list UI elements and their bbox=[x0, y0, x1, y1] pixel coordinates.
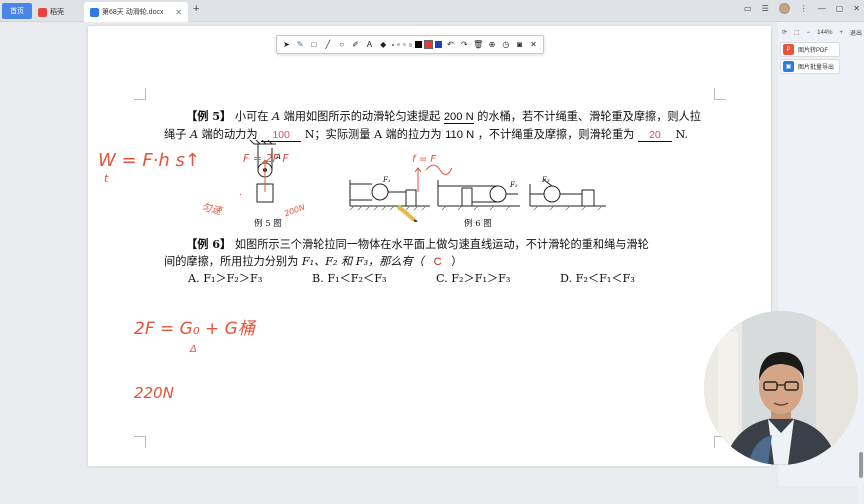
example6-text: F₁、F₂ 和 F₃，那么有（ bbox=[301, 255, 424, 268]
text-icon[interactable]: A bbox=[364, 39, 375, 50]
example5-text: N. bbox=[675, 128, 689, 141]
size-dot[interactable] bbox=[408, 42, 413, 47]
presenter-video bbox=[704, 311, 858, 465]
line-icon[interactable]: ╱ bbox=[322, 39, 333, 50]
example6-line1: 【例 6】 如图所示三个滑轮拉同一物体在水平面上做匀速直线运动，不计滑轮的重和绳… bbox=[186, 236, 649, 252]
refresh-icon[interactable]: ⟳ bbox=[782, 29, 787, 36]
image-to-pdf-button[interactable]: P 图片转PDF bbox=[780, 42, 840, 57]
pdf-icon: P bbox=[783, 44, 794, 55]
option-a: A. F₁＞F₂＞F₃ bbox=[188, 272, 263, 285]
close-window-icon[interactable]: ✕ bbox=[853, 4, 860, 13]
page-corner-mark bbox=[714, 88, 726, 100]
example5-line1: 【例 5】 小可在 A 端用如图所示的动滑轮匀速提起 200 N 的水桶，若不计… bbox=[186, 108, 701, 124]
undo-icon[interactable]: ↶ bbox=[445, 39, 456, 50]
example5-label: 【例 5】 bbox=[186, 109, 232, 123]
handwritten-friction-note: f = F bbox=[412, 154, 437, 165]
fig6-caption: 例 6 图 bbox=[464, 219, 492, 229]
handwritten-time-denominator: t bbox=[104, 172, 109, 185]
zoom-out-icon[interactable]: − bbox=[807, 30, 811, 36]
color-swatch-black[interactable] bbox=[415, 41, 423, 48]
example5-text: 的水桶，若不计绳重、滑轮重及摩擦，则人拉 bbox=[477, 110, 701, 123]
tab-home[interactable]: 首页 bbox=[2, 3, 32, 19]
camera-icon[interactable]: ◙ bbox=[514, 39, 525, 50]
scrollbar-thumb[interactable] bbox=[859, 452, 863, 478]
fig6-label-F1: F₁ bbox=[383, 176, 391, 184]
page-corner-mark bbox=[134, 436, 146, 448]
size-dot[interactable] bbox=[391, 43, 394, 46]
tab-close-icon[interactable]: ✕ bbox=[175, 8, 182, 17]
size-dot[interactable] bbox=[396, 43, 400, 46]
color-swatch-red[interactable] bbox=[424, 40, 434, 49]
example6-text: 间的摩擦，所用拉力分别为 bbox=[164, 255, 299, 268]
circle-icon[interactable]: ○ bbox=[336, 39, 347, 50]
cursor-icon[interactable]: ➤ bbox=[281, 39, 292, 50]
tab-document-label: 第68天 动滑轮.docx bbox=[102, 9, 164, 16]
option-b: B. F₁＜F₂＜F₃ bbox=[312, 272, 387, 285]
handwritten-work-formula: W = F·h s↑ bbox=[98, 150, 200, 171]
right-panel-header: ⟳ ⬚ − 144% + 退出 bbox=[782, 28, 862, 38]
example6-text: ） bbox=[451, 255, 463, 268]
annotation-toolbar: ➤ ✎ □ ╱ ○ ✐ A ◆ ↶ ↷ 🗑 ⊕ ◷ ◙ ✕ bbox=[276, 35, 544, 54]
fig6-label-F3: F₃ bbox=[542, 176, 550, 184]
handwritten-force-note: F = 2F F bbox=[243, 152, 289, 165]
zoom-level: 144% bbox=[817, 29, 833, 36]
example6-text: 如图所示三个滑轮拉同一物体在水平面上做匀速直线运动，不计滑轮的重和绳与滑轮 bbox=[234, 238, 649, 251]
size-dot[interactable] bbox=[402, 43, 406, 46]
handwritten-equation: 2F = G₀ + G桶 bbox=[134, 319, 255, 339]
fig5-caption: 例 5 图 bbox=[254, 219, 282, 229]
handwritten-result: 220N bbox=[134, 384, 174, 402]
option-d: D. F₂＜F₁＜F₃ bbox=[560, 272, 635, 285]
zoom-in-icon[interactable]: + bbox=[839, 30, 843, 36]
marker-icon[interactable]: ✐ bbox=[350, 39, 361, 50]
fig6-label-F2: F₂ bbox=[510, 181, 518, 189]
user-avatar[interactable] bbox=[778, 3, 790, 14]
word-doc-icon bbox=[90, 7, 99, 17]
tab-daoke[interactable]: 稻壳 bbox=[32, 2, 84, 22]
rectangle-icon[interactable]: □ bbox=[309, 39, 320, 50]
batch-export-label: 图片批量导出 bbox=[798, 65, 835, 71]
option-c: C. F₂＞F₁＞F₃ bbox=[436, 272, 511, 285]
example6-line2: 间的摩擦，所用拉力分别为 F₁、F₂ 和 F₃，那么有（ C ） bbox=[164, 253, 462, 269]
example5-text: A bbox=[189, 128, 199, 141]
scrollbar-track[interactable] bbox=[858, 44, 863, 504]
layout-icon[interactable]: ▭ bbox=[744, 4, 752, 13]
image-export-icon: ▣ bbox=[783, 61, 794, 72]
fit-page-icon[interactable]: ⬚ bbox=[794, 29, 800, 36]
example6-answer: C bbox=[433, 256, 442, 268]
example5-text: 小可在 bbox=[234, 110, 269, 123]
example5-value: 200 N bbox=[443, 111, 474, 124]
answer-blank: 20 bbox=[637, 129, 672, 142]
zoom-icon[interactable]: ⊕ bbox=[487, 39, 498, 50]
page-corner-mark bbox=[134, 88, 146, 100]
window-controls: ▭ ☰ ⋮ — ▢ ✕ bbox=[744, 3, 860, 14]
minimize-icon[interactable]: — bbox=[818, 4, 826, 13]
eraser-icon[interactable]: ◆ bbox=[378, 39, 389, 50]
pen-icon[interactable]: ✎ bbox=[295, 39, 306, 50]
webcam-overlay[interactable] bbox=[704, 311, 858, 465]
tab-daoke-label: 稻壳 bbox=[50, 9, 64, 16]
menu-icon[interactable]: ⋮ bbox=[800, 4, 808, 13]
fig5-pulley bbox=[249, 140, 276, 203]
batch-export-button[interactable]: ▣ 图片批量导出 bbox=[780, 59, 840, 74]
tab-document[interactable]: 第68天 动滑轮.docx ✕ bbox=[84, 2, 188, 22]
delete-icon[interactable]: 🗑 bbox=[473, 39, 484, 50]
exit-button[interactable]: 退出 bbox=[850, 28, 862, 37]
handwritten-delta-note: Δ bbox=[190, 344, 197, 355]
example5-text: 端用如图所示的动滑轮匀速提起 bbox=[283, 110, 441, 123]
close-icon[interactable]: ✕ bbox=[528, 39, 539, 50]
timer-icon[interactable]: ◷ bbox=[500, 39, 511, 50]
tab-bar: 首页 稻壳 第68天 动滑轮.docx ✕ + ▭ ☰ ⋮ — ▢ ✕ bbox=[0, 0, 864, 22]
maximize-icon[interactable]: ▢ bbox=[836, 4, 844, 13]
image-to-pdf-label: 图片转PDF bbox=[798, 48, 829, 54]
new-tab-button[interactable]: + bbox=[193, 3, 199, 15]
example6-label: 【例 6】 bbox=[186, 237, 232, 251]
redo-icon[interactable]: ↷ bbox=[459, 39, 470, 50]
fig-hatching bbox=[349, 205, 603, 211]
color-swatch-blue[interactable] bbox=[435, 41, 443, 48]
list-icon[interactable]: ☰ bbox=[762, 4, 769, 13]
example5-text: A bbox=[271, 110, 281, 123]
example5-text: 绳子 bbox=[164, 128, 187, 141]
tab-home-label: 首页 bbox=[10, 8, 24, 15]
daoke-logo-icon bbox=[38, 7, 47, 17]
